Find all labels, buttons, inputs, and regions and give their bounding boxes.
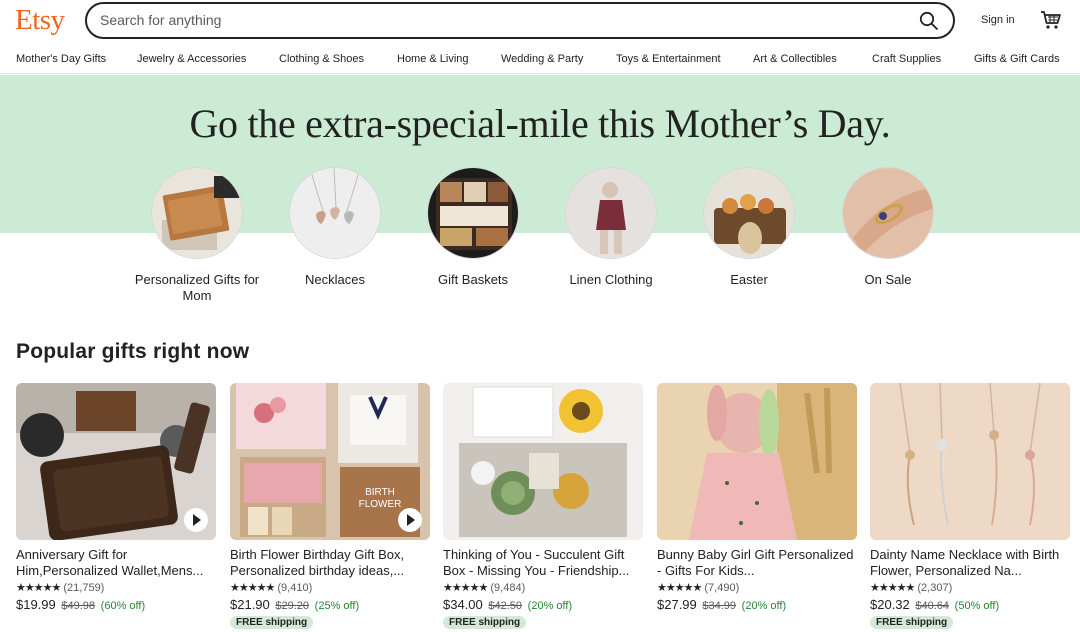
- product-title: Bunny Baby Girl Gift Personalized - Gift…: [657, 547, 854, 578]
- sign-in-link[interactable]: Sign in: [981, 14, 1015, 26]
- category-jewelry-accessories[interactable]: Jewelry & Accessories: [137, 53, 246, 65]
- product-title: Anniversary Gift for Him,Personalized Wa…: [16, 547, 204, 578]
- discount: (25% off): [314, 600, 360, 612]
- play-icon[interactable]: [398, 508, 422, 532]
- free-shipping-badge: FREE shipping: [230, 616, 314, 629]
- circle-image: [151, 167, 243, 259]
- circle-label: Personalized Gifts for Mom: [134, 272, 260, 303]
- search-icon[interactable]: [919, 11, 939, 31]
- star-rating-icon: ★★★★★: [230, 582, 275, 594]
- free-shipping-badge: FREE shipping: [870, 616, 954, 629]
- svg-text:FLOWER: FLOWER: [359, 499, 402, 510]
- original-price: $34.99: [702, 600, 737, 612]
- search-input[interactable]: [100, 12, 900, 28]
- product-rating: ★★★★★ (9,484): [443, 581, 643, 595]
- header: Etsy Sign in: [0, 0, 1080, 42]
- product-rating: ★★★★★ (7,490): [657, 581, 857, 595]
- product-title: Birth Flower Birthday Gift Box, Personal…: [230, 547, 405, 578]
- category-wedding-party[interactable]: Wedding & Party: [501, 53, 583, 65]
- sale-price: $21.90: [230, 597, 270, 612]
- circle-easter[interactable]: Easter: [681, 167, 817, 288]
- discount: (50% off): [954, 600, 1000, 612]
- product-price: $27.99 $34.99 (20% off): [657, 597, 857, 612]
- category-toys-entertainment[interactable]: Toys & Entertainment: [616, 53, 721, 65]
- product-title: Dainty Name Necklace with Birth Flower, …: [870, 547, 1060, 578]
- circle-label: Necklaces: [305, 272, 365, 287]
- category-clothing-shoes[interactable]: Clothing & Shoes: [279, 53, 364, 65]
- category-mothers-day-gifts[interactable]: Mother's Day Gifts: [16, 53, 106, 65]
- product-image: [657, 383, 857, 540]
- product-card[interactable]: Dainty Name Necklace with Birth Flower, …: [870, 383, 1070, 630]
- star-rating-icon: ★★★★★: [657, 582, 702, 594]
- product-image: [16, 383, 216, 540]
- circle-personalized-gifts[interactable]: Personalized Gifts for Mom: [129, 167, 265, 304]
- product-rating: ★★★★★ (2,307): [870, 581, 1070, 595]
- svg-text:BIRTH: BIRTH: [365, 487, 395, 498]
- product-image: [443, 383, 643, 540]
- product-card[interactable]: Thinking of You - Succulent Gift Box - M…: [443, 383, 643, 630]
- review-count: (7,490): [704, 582, 740, 594]
- product-card[interactable]: Anniversary Gift for Him,Personalized Wa…: [16, 383, 216, 612]
- discount: (20% off): [527, 600, 573, 612]
- review-count: (21,759): [63, 582, 105, 594]
- product-price: $19.99 $49.98 (60% off): [16, 597, 216, 612]
- original-price: $29.20: [275, 600, 310, 612]
- category-craft-supplies[interactable]: Craft Supplies: [872, 53, 941, 65]
- cart-icon[interactable]: [1040, 9, 1062, 31]
- circle-label: Gift Baskets: [437, 272, 509, 287]
- sale-price: $27.99: [657, 597, 697, 612]
- hero-title: Go the extra-special-mile this Mother’s …: [189, 101, 891, 146]
- free-shipping-badge: FREE shipping: [443, 616, 527, 629]
- review-count: (9,410): [277, 582, 313, 594]
- category-art-collectibles[interactable]: Art & Collectibles: [753, 53, 837, 65]
- star-rating-icon: ★★★★★: [443, 582, 488, 594]
- circle-image: [565, 167, 657, 259]
- product-image: BIRTH FLOWER: [230, 383, 430, 540]
- sale-price: $19.99: [16, 597, 56, 612]
- product-card[interactable]: Bunny Baby Girl Gift Personalized - Gift…: [657, 383, 857, 612]
- product-price: $20.32 $40.64 (50% off): [870, 597, 1070, 612]
- play-icon[interactable]: [184, 508, 208, 532]
- category-gifts-gift-cards[interactable]: Gifts & Gift Cards: [974, 53, 1060, 65]
- original-price: $49.98: [61, 600, 96, 612]
- circle-gift-baskets[interactable]: Gift Baskets: [405, 167, 541, 288]
- star-rating-icon: ★★★★★: [870, 582, 915, 594]
- circle-necklaces[interactable]: Necklaces: [267, 167, 403, 288]
- product-card[interactable]: BIRTH FLOWER Birth Flower Birthday Gift …: [230, 383, 430, 630]
- circle-image: [289, 167, 381, 259]
- circle-on-sale[interactable]: On Sale: [820, 167, 956, 288]
- product-rating: ★★★★★ (9,410): [230, 581, 430, 595]
- circle-linen-clothing[interactable]: Linen Clothing: [543, 167, 679, 288]
- product-title: Thinking of You - Succulent Gift Box - M…: [443, 547, 630, 578]
- category-nav: Mother's Day Gifts Jewelry & Accessories…: [0, 48, 1080, 74]
- review-count: (2,307): [917, 582, 953, 594]
- original-price: $42.50: [488, 600, 523, 612]
- circle-image: [427, 167, 519, 259]
- discount: (20% off): [741, 600, 787, 612]
- product-price: $34.00 $42.50 (20% off): [443, 597, 643, 612]
- product-price: $21.90 $29.20 (25% off): [230, 597, 430, 612]
- etsy-logo[interactable]: Etsy: [15, 4, 65, 37]
- category-home-living[interactable]: Home & Living: [397, 53, 469, 65]
- star-rating-icon: ★★★★★: [16, 582, 61, 594]
- sale-price: $20.32: [870, 597, 910, 612]
- circle-label: On Sale: [864, 272, 912, 287]
- product-rating: ★★★★★ (21,759): [16, 581, 216, 595]
- circle-label: Easter: [730, 272, 768, 287]
- sale-price: $34.00: [443, 597, 483, 612]
- search-bar[interactable]: [85, 2, 955, 39]
- review-count: (9,484): [490, 582, 526, 594]
- circle-image: [703, 167, 795, 259]
- discount: (60% off): [100, 600, 146, 612]
- circle-label: Linen Clothing: [569, 272, 653, 287]
- original-price: $40.64: [915, 600, 950, 612]
- circle-image: [842, 167, 934, 259]
- product-image: [870, 383, 1070, 540]
- section-title: Popular gifts right now: [16, 340, 250, 363]
